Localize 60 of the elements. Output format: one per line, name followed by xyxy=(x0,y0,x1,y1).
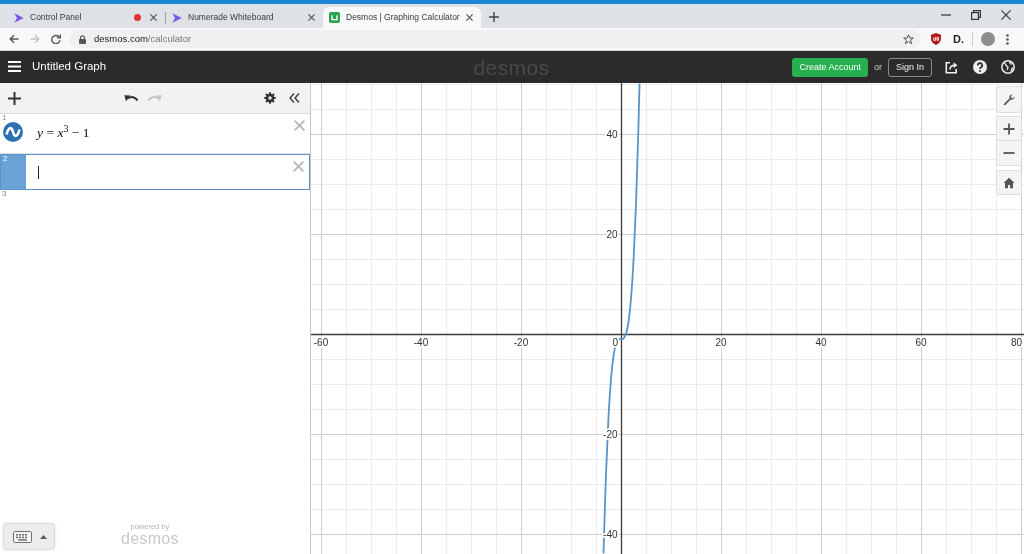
line-number: 2 xyxy=(3,155,9,163)
tick-label: 20 xyxy=(715,336,727,348)
close-icon[interactable] xyxy=(150,14,157,21)
menu-icon[interactable] xyxy=(8,61,21,73)
more-icon[interactable] xyxy=(1006,33,1009,45)
play-icon xyxy=(14,12,24,23)
browser-tab[interactable]: Desmos | Graphing Calculator xyxy=(323,7,481,28)
math-input-field[interactable]: y = x$^{3}$ − 1 xyxy=(25,114,290,153)
tick-label: -40 xyxy=(413,336,429,348)
close-icon[interactable] xyxy=(1001,9,1011,20)
keyboard-icon xyxy=(13,530,32,543)
close-icon[interactable] xyxy=(465,14,473,21)
caret-icon xyxy=(40,534,47,539)
settings-button[interactable] xyxy=(996,86,1022,113)
extension-button[interactable]: D. xyxy=(953,33,964,45)
browser-tab[interactable]: Numerade Whiteboard xyxy=(166,7,323,28)
plus-icon[interactable] xyxy=(488,12,499,22)
reload-icon[interactable] xyxy=(51,34,61,44)
tick-label: 40 xyxy=(606,128,618,140)
tick-label: -20 xyxy=(513,336,529,348)
settings-icon[interactable] xyxy=(264,92,276,104)
keyboard-button[interactable] xyxy=(3,523,55,550)
new-expression-row[interactable]: 3 xyxy=(0,190,310,214)
tick-label: -60 xyxy=(313,336,329,348)
collapse-icon[interactable] xyxy=(289,93,300,103)
sign-in-button[interactable]: Sign In xyxy=(887,57,932,77)
tick-label: 80 xyxy=(1010,336,1022,348)
back-icon[interactable] xyxy=(9,34,19,44)
wrench-icon xyxy=(1003,93,1015,106)
wave-icon[interactable] xyxy=(3,122,23,142)
minimize-icon[interactable] xyxy=(941,13,951,16)
close-icon[interactable] xyxy=(308,14,315,21)
tick-label: 0 xyxy=(612,336,618,348)
expression-row[interactable]: 1 y = x$^{3}$ − 1 xyxy=(0,114,310,154)
star-icon[interactable] xyxy=(903,33,914,45)
add-icon[interactable] xyxy=(8,91,21,105)
browser-tab[interactable]: Control Panel xyxy=(8,7,165,28)
address-field[interactable]: desmos.com/calculator xyxy=(69,30,921,48)
tick-label: 40 xyxy=(815,336,827,348)
globe-icon[interactable] xyxy=(1001,60,1015,74)
home-button[interactable] xyxy=(996,170,1022,195)
graph-title: Untitled Graph xyxy=(32,60,107,74)
restore-icon[interactable] xyxy=(971,9,981,20)
undo-icon[interactable] xyxy=(124,94,138,102)
line-number: 1 xyxy=(2,114,8,122)
lock-icon xyxy=(79,34,86,44)
home-icon xyxy=(1003,176,1015,189)
zoom-out-button[interactable] xyxy=(996,141,1022,166)
zoom-in-button[interactable] xyxy=(996,116,1022,141)
share-icon[interactable] xyxy=(945,60,958,74)
zoom-in-icon xyxy=(1003,122,1015,135)
or-label: or xyxy=(873,61,882,73)
play-icon xyxy=(172,12,182,23)
avatar-icon[interactable] xyxy=(981,32,995,46)
tick-label: 60 xyxy=(915,336,927,348)
help-icon[interactable] xyxy=(973,60,987,74)
tick-label: 20 xyxy=(606,228,618,240)
shield-icon[interactable] xyxy=(931,33,941,45)
text-cursor-icon xyxy=(38,165,39,179)
app-icon xyxy=(329,12,340,23)
